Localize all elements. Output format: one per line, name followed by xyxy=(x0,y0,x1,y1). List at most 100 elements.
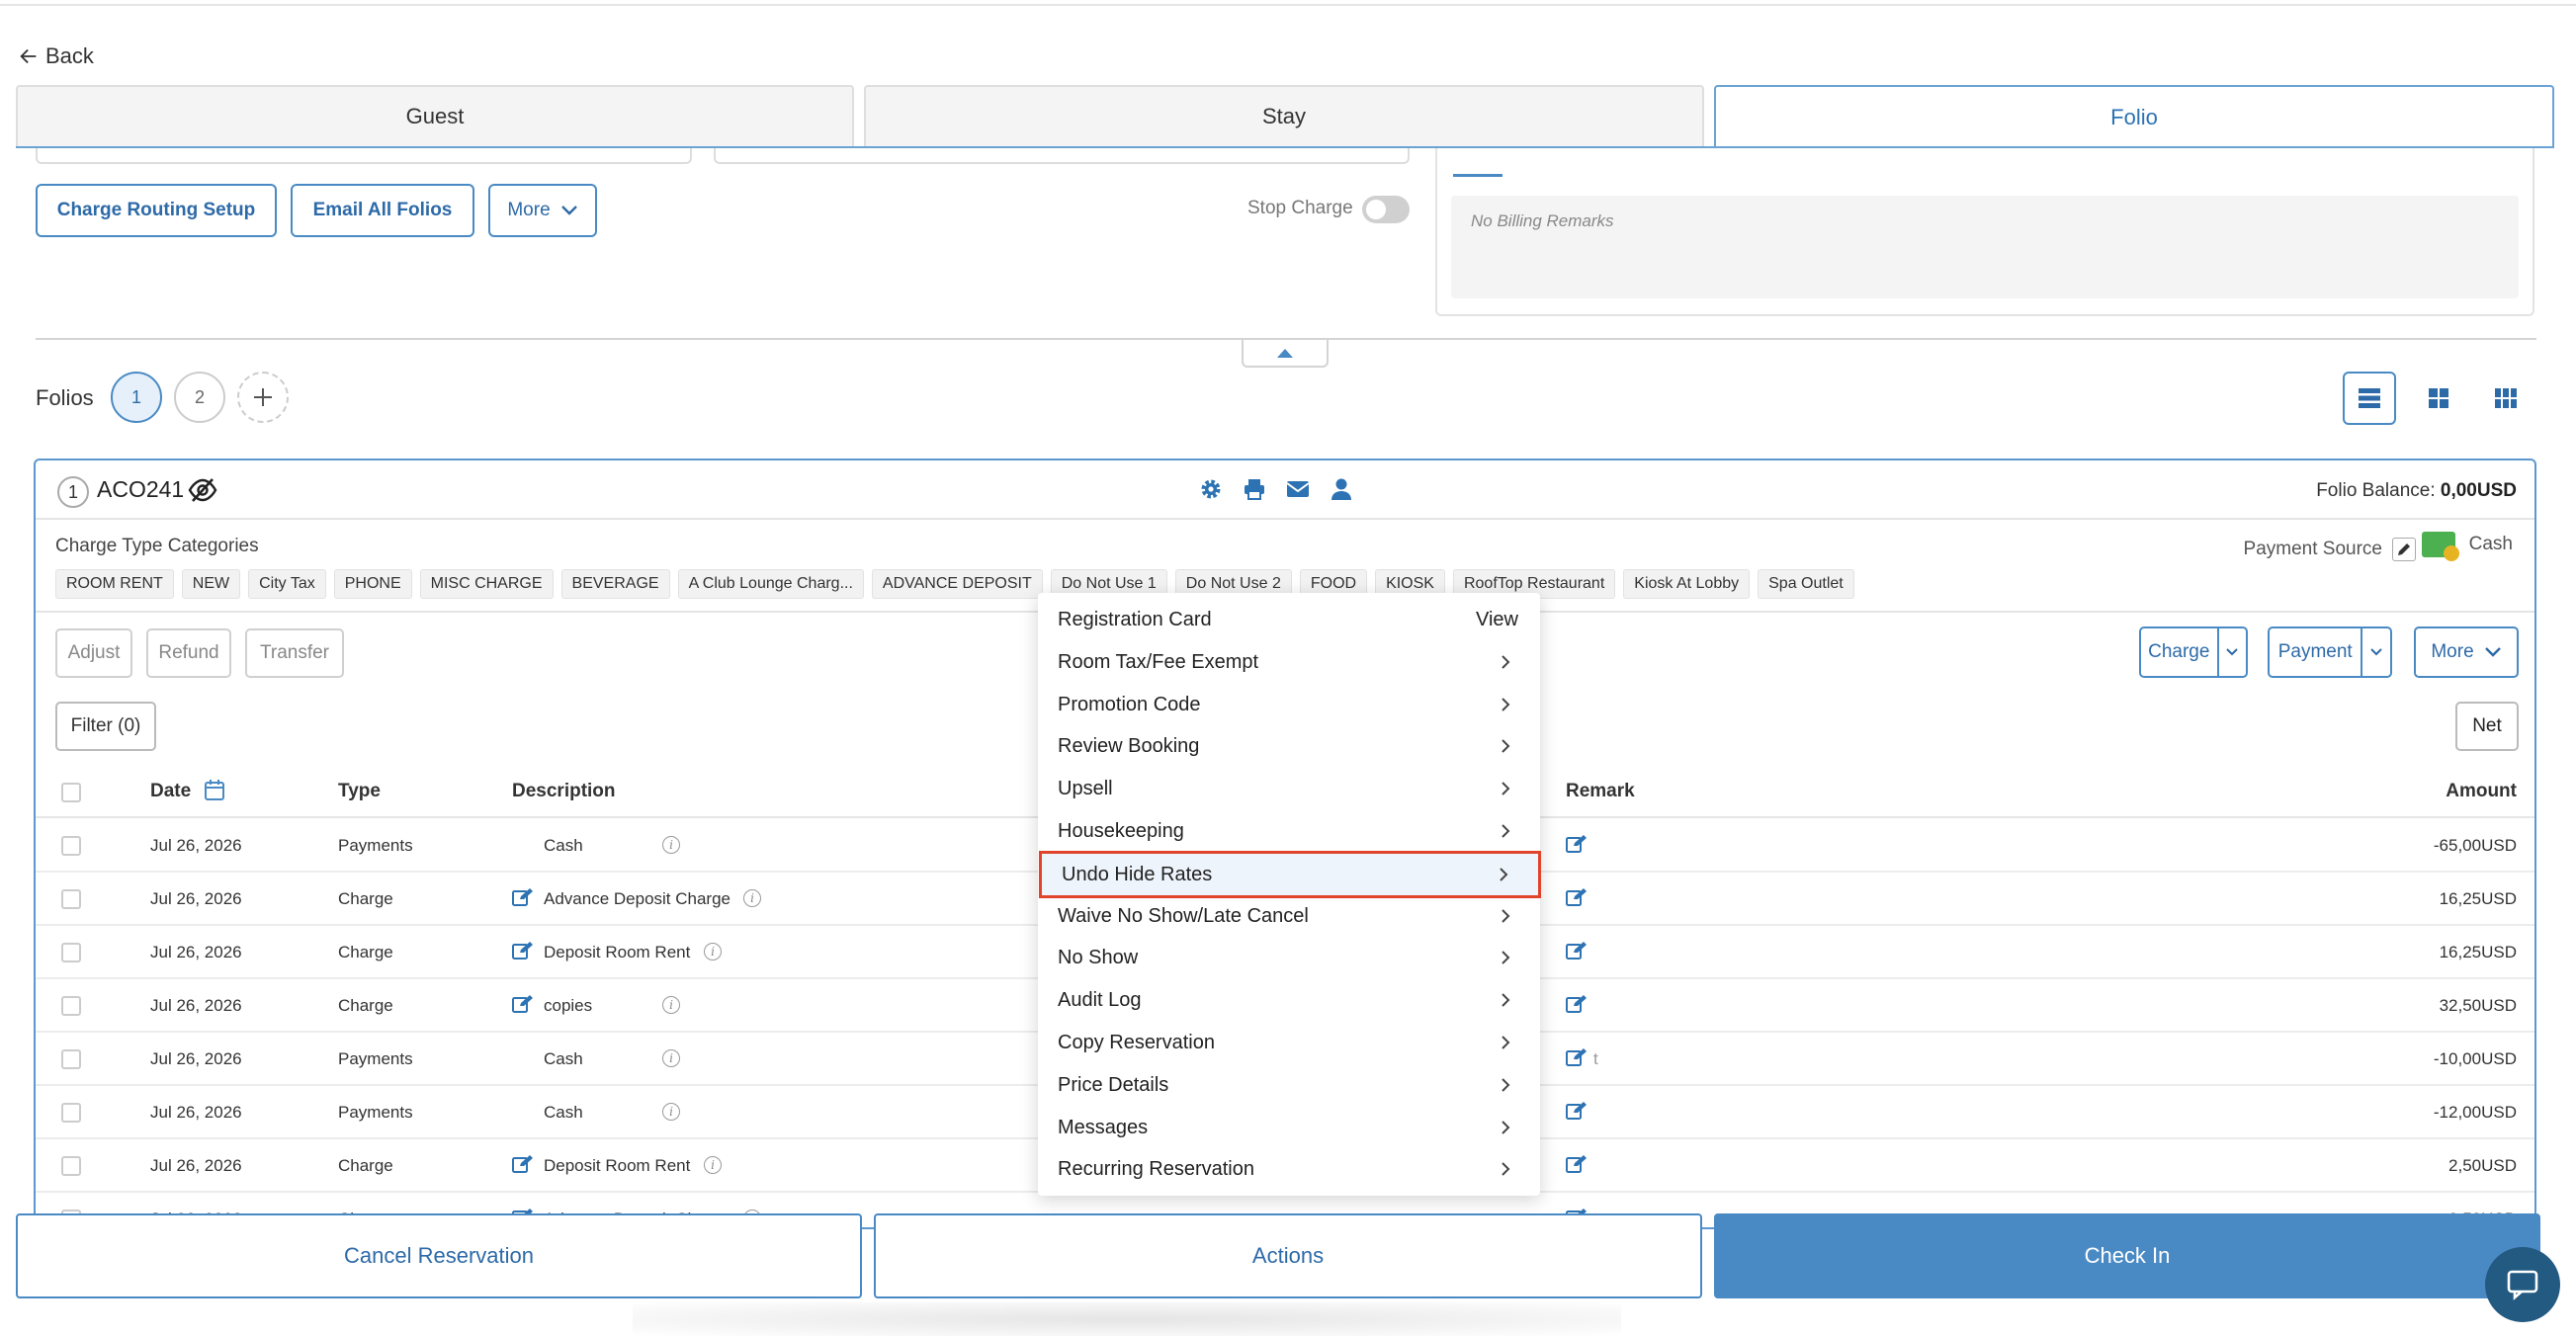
row-checkbox[interactable] xyxy=(61,836,81,856)
menu-item[interactable]: Copy Reservation xyxy=(1038,1022,1540,1063)
menu-item[interactable]: Audit Log xyxy=(1038,979,1540,1021)
edit-icon[interactable] xyxy=(1566,834,1588,859)
charge-button[interactable]: Charge xyxy=(2141,628,2219,676)
menu-item[interactable]: Messages xyxy=(1038,1107,1540,1148)
edit-icon[interactable] xyxy=(512,887,534,912)
transfer-button[interactable]: Transfer xyxy=(245,628,344,678)
info-icon[interactable]: i xyxy=(662,1049,680,1067)
grid-view-button[interactable] xyxy=(2412,372,2465,425)
edit-icon[interactable] xyxy=(1566,1101,1588,1126)
folio-balance-label: Folio Balance: xyxy=(2316,480,2436,501)
category-chip[interactable]: NEW xyxy=(181,569,241,599)
row-amount: -10,00USD xyxy=(2433,1049,2517,1068)
row-checkbox[interactable] xyxy=(61,1103,81,1123)
edit-icon[interactable] xyxy=(512,1154,534,1179)
menu-item[interactable]: Room Tax/Fee Exempt xyxy=(1038,641,1540,683)
info-icon[interactable]: i xyxy=(662,836,680,854)
check-in-button[interactable]: Check In xyxy=(1714,1213,2540,1298)
collapse-toggle[interactable] xyxy=(1242,340,1329,368)
menu-item[interactable]: Upsell xyxy=(1038,768,1540,809)
info-icon[interactable]: i xyxy=(662,996,680,1014)
folio-tab-2[interactable]: 2 xyxy=(174,372,225,423)
filter-button[interactable]: Filter (0) xyxy=(55,702,156,751)
select-all-checkbox[interactable] xyxy=(61,783,81,802)
menu-item[interactable]: Recurring Reservation xyxy=(1038,1148,1540,1190)
menu-item-label: Undo Hide Rates xyxy=(1062,863,1213,885)
menu-item[interactable]: Housekeeping xyxy=(1038,810,1540,852)
calendar-icon[interactable] xyxy=(204,779,225,808)
tab-folio[interactable]: Folio xyxy=(1714,85,2554,148)
menu-item[interactable]: Waive No Show/Late Cancel xyxy=(1038,895,1540,937)
col-date[interactable]: Date xyxy=(150,781,191,802)
category-chip[interactable]: City Tax xyxy=(248,569,326,599)
menu-item[interactable]: Review Booking xyxy=(1038,725,1540,767)
stop-charge-toggle[interactable] xyxy=(1362,196,1410,223)
menu-item[interactable]: No Show xyxy=(1038,937,1540,978)
chat-button[interactable] xyxy=(2485,1247,2560,1322)
user-icon[interactable] xyxy=(1329,476,1354,502)
info-icon[interactable]: i xyxy=(743,889,761,907)
category-chip[interactable]: ROOM RENT xyxy=(55,569,174,599)
pencil-icon[interactable] xyxy=(2392,538,2416,561)
back-label: Back xyxy=(45,43,94,68)
category-chip[interactable]: Spa Outlet xyxy=(1758,569,1854,599)
charge-routing-button[interactable]: Charge Routing Setup xyxy=(36,184,277,237)
net-button[interactable]: Net xyxy=(2455,702,2519,751)
info-icon[interactable]: i xyxy=(662,1103,680,1121)
row-date: Jul 26, 2026 xyxy=(150,943,242,961)
email-all-folios-button[interactable]: Email All Folios xyxy=(291,184,474,237)
tab-guest[interactable]: Guest xyxy=(16,85,854,146)
back-link[interactable]: Back xyxy=(18,43,94,69)
row-checkbox[interactable] xyxy=(61,889,81,909)
folio-tab-1[interactable]: 1 xyxy=(111,372,162,423)
grid-small-view-button[interactable] xyxy=(2479,372,2533,425)
category-chip[interactable]: ADVANCE DEPOSIT xyxy=(871,569,1043,599)
gear-icon[interactable] xyxy=(1198,476,1224,502)
menu-item-label: Upsell xyxy=(1058,778,1113,800)
row-checkbox[interactable] xyxy=(61,943,81,962)
row-amount: 32,50USD xyxy=(2439,996,2517,1015)
category-chip[interactable]: MISC CHARGE xyxy=(419,569,554,599)
charge-dropdown-toggle[interactable] xyxy=(2219,628,2246,676)
edit-icon[interactable] xyxy=(512,994,534,1019)
menu-item[interactable]: Price Details xyxy=(1038,1064,1540,1106)
info-icon[interactable]: i xyxy=(704,943,722,960)
row-date: Jul 26, 2026 xyxy=(150,996,242,1015)
row-type: Charge xyxy=(338,996,393,1015)
edit-icon[interactable] xyxy=(1566,887,1588,912)
info-icon[interactable]: i xyxy=(704,1156,722,1174)
edit-icon[interactable] xyxy=(1566,994,1588,1019)
folio-number: 1 xyxy=(57,476,89,508)
edit-icon[interactable] xyxy=(1566,1154,1588,1179)
tab-stay[interactable]: Stay xyxy=(864,85,1704,146)
menu-item-view[interactable]: View xyxy=(1476,609,1518,631)
edit-icon[interactable] xyxy=(512,941,534,965)
row-checkbox[interactable] xyxy=(61,1049,81,1069)
category-chip[interactable]: BEVERAGE xyxy=(560,569,670,599)
menu-item[interactable]: Promotion Code xyxy=(1038,684,1540,725)
menu-item[interactable]: Registration Card View xyxy=(1038,599,1540,640)
category-chip[interactable]: Kiosk At Lobby xyxy=(1623,569,1751,599)
col-type: Type xyxy=(338,781,381,801)
list-view-button[interactable] xyxy=(2343,372,2396,425)
row-checkbox[interactable] xyxy=(61,996,81,1016)
eye-slash-icon[interactable] xyxy=(188,476,217,509)
folio-more-button[interactable]: More xyxy=(2414,626,2519,678)
edit-icon[interactable] xyxy=(1566,941,1588,965)
more-button[interactable]: More xyxy=(488,184,597,237)
payment-button[interactable]: Payment xyxy=(2270,628,2363,676)
row-checkbox[interactable] xyxy=(61,1156,81,1176)
payment-dropdown-toggle[interactable] xyxy=(2362,628,2390,676)
add-folio-button[interactable] xyxy=(237,372,289,423)
menu-item[interactable]: Undo Hide Rates xyxy=(1039,850,1541,898)
envelope-icon[interactable] xyxy=(1285,476,1311,502)
refund-button[interactable]: Refund xyxy=(146,628,231,678)
edit-icon[interactable] xyxy=(1566,1047,1588,1072)
printer-icon[interactable] xyxy=(1242,476,1267,502)
adjust-button[interactable]: Adjust xyxy=(55,628,132,678)
category-chip[interactable]: A Club Lounge Charg... xyxy=(677,569,864,599)
category-chip[interactable]: PHONE xyxy=(333,569,412,599)
cancel-reservation-button[interactable]: Cancel Reservation xyxy=(16,1213,862,1298)
row-description: copies xyxy=(544,996,593,1015)
actions-button[interactable]: Actions xyxy=(874,1213,1702,1298)
